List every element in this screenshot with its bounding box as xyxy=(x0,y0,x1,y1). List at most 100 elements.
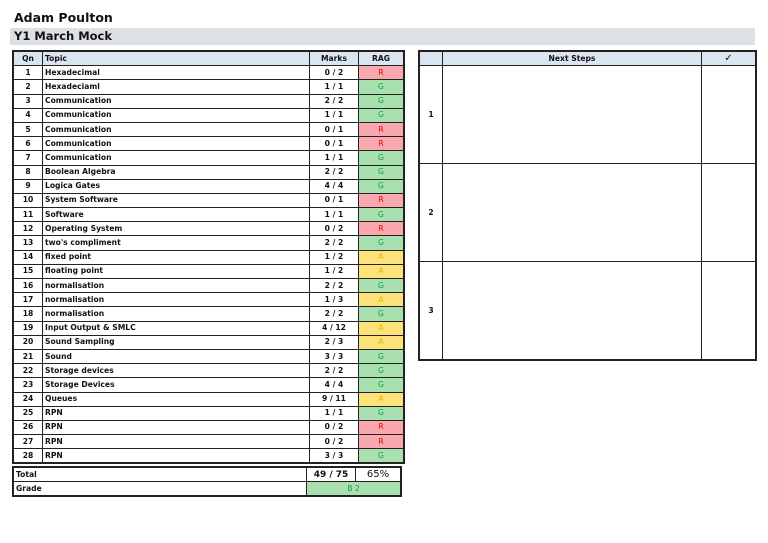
table-row: 12 Operating System 0 / 2 R xyxy=(12,221,405,237)
table-row: 1 Hexadecimal 0 / 2 R xyxy=(12,65,405,81)
marks: 2 / 2 xyxy=(309,306,359,322)
rag-status: G xyxy=(358,377,405,393)
topic: Hexadeciaml xyxy=(42,79,310,95)
question-number: 19 xyxy=(12,320,43,336)
question-number: 17 xyxy=(12,292,43,308)
topic: Hexadecimal xyxy=(42,65,310,81)
question-number: 25 xyxy=(12,405,43,421)
table-row: 5 Communication 0 / 1 R xyxy=(12,121,405,138)
rag-status: R xyxy=(358,192,405,209)
step-text[interactable] xyxy=(442,65,702,165)
question-number: 27 xyxy=(12,434,43,450)
rag-status: R xyxy=(358,136,405,152)
question-number: 24 xyxy=(12,391,43,407)
table-row: 9 Logica Gates 4 / 4 G xyxy=(12,178,405,194)
table-row: 4 Communication 1 / 1 G xyxy=(12,107,405,123)
marks: 0 / 1 xyxy=(309,121,359,138)
table-row: 8 Boolean Algebra 2 / 2 G xyxy=(12,164,405,180)
table-row: 19 Input Output & SMLC 4 / 12 A xyxy=(12,320,405,336)
rag-status: G xyxy=(358,79,405,95)
question-number: 4 xyxy=(12,107,43,123)
table-row: 23 Storage Devices 4 / 4 G xyxy=(12,377,405,393)
topic: two's compliment xyxy=(42,235,310,251)
table-row: 18 normalisation 2 / 2 G xyxy=(12,306,405,322)
table-row: 6 Communication 0 / 1 R xyxy=(12,136,405,152)
rag-status: G xyxy=(358,207,405,223)
question-number: 3 xyxy=(12,93,43,109)
table-row: 13 two's compliment 2 / 2 G xyxy=(12,235,405,251)
question-number: 1 xyxy=(12,65,43,81)
topic: Communication xyxy=(42,136,310,152)
totals-table: Total 49 / 75 65% Grade B 2 xyxy=(12,466,402,497)
question-number: 8 xyxy=(12,164,43,180)
question-number: 13 xyxy=(12,235,43,251)
topic: normalisation xyxy=(42,292,310,308)
grade-value: B 2 xyxy=(306,481,402,497)
topic: floating point xyxy=(42,263,310,280)
step-check[interactable] xyxy=(701,65,757,165)
topic: Communication xyxy=(42,93,310,109)
question-number: 6 xyxy=(12,136,43,152)
marks: 2 / 2 xyxy=(309,235,359,251)
assessment-title: Y1 March Mock xyxy=(10,28,755,45)
question-number: 23 xyxy=(12,377,43,393)
marks: 9 / 11 xyxy=(309,391,359,407)
rag-status: G xyxy=(358,178,405,194)
question-number: 15 xyxy=(12,263,43,280)
rag-status: A xyxy=(358,249,405,265)
total-percent: 65% xyxy=(355,466,402,482)
topic: Logica Gates xyxy=(42,178,310,194)
question-number: 21 xyxy=(12,348,43,365)
rag-status: R xyxy=(358,121,405,138)
question-number: 5 xyxy=(12,121,43,138)
total-marks: 49 / 75 xyxy=(306,466,356,482)
marks: 2 / 2 xyxy=(309,277,359,294)
table-row: 15 floating point 1 / 2 A xyxy=(12,263,405,280)
next-step-row: 3 xyxy=(418,261,757,361)
marks: 0 / 2 xyxy=(309,221,359,237)
rag-status: G xyxy=(358,93,405,109)
topic: Queues xyxy=(42,391,310,407)
step-number: 2 xyxy=(418,163,443,263)
table-row: 3 Communication 2 / 2 G xyxy=(12,93,405,109)
header-topic: Topic xyxy=(42,50,310,67)
marks: 1 / 1 xyxy=(309,207,359,223)
rag-status: G xyxy=(358,306,405,322)
header-marks: Marks xyxy=(309,50,359,67)
topic: System Software xyxy=(42,192,310,209)
header-check: ✓ xyxy=(701,50,757,67)
step-text[interactable] xyxy=(442,261,702,361)
grade-label: Grade xyxy=(12,481,307,497)
table-row: 11 Software 1 / 1 G xyxy=(12,207,405,223)
topic: RPN xyxy=(42,434,310,450)
rag-status: R xyxy=(358,221,405,237)
table-row: 10 System Software 0 / 1 R xyxy=(12,192,405,209)
step-check[interactable] xyxy=(701,261,757,361)
next-steps-table: Next Steps ✓ 1 2 3 xyxy=(418,50,757,362)
rag-status: G xyxy=(358,348,405,365)
topic: Communication xyxy=(42,121,310,138)
marks: 1 / 1 xyxy=(309,79,359,95)
topic: normalisation xyxy=(42,306,310,322)
rag-status: A xyxy=(358,292,405,308)
marks: 0 / 2 xyxy=(309,419,359,436)
question-number: 22 xyxy=(12,363,43,379)
step-check[interactable] xyxy=(701,163,757,263)
table-row: 26 RPN 0 / 2 R xyxy=(12,419,405,436)
table-row: 17 normalisation 1 / 3 A xyxy=(12,292,405,308)
marks: 4 / 12 xyxy=(309,320,359,336)
rag-status: G xyxy=(358,277,405,294)
topic: fixed point xyxy=(42,249,310,265)
marks: 2 / 2 xyxy=(309,93,359,109)
marks: 2 / 3 xyxy=(309,334,359,350)
table-row: 24 Queues 9 / 11 A xyxy=(12,391,405,407)
step-number: 3 xyxy=(418,261,443,361)
marks: 1 / 3 xyxy=(309,292,359,308)
question-number: 9 xyxy=(12,178,43,194)
question-number: 2 xyxy=(12,79,43,95)
rag-status: G xyxy=(358,235,405,251)
rag-status: G xyxy=(358,363,405,379)
step-text[interactable] xyxy=(442,163,702,263)
table-row: 2 Hexadeciaml 1 / 1 G xyxy=(12,79,405,95)
marks: 3 / 3 xyxy=(309,448,359,464)
